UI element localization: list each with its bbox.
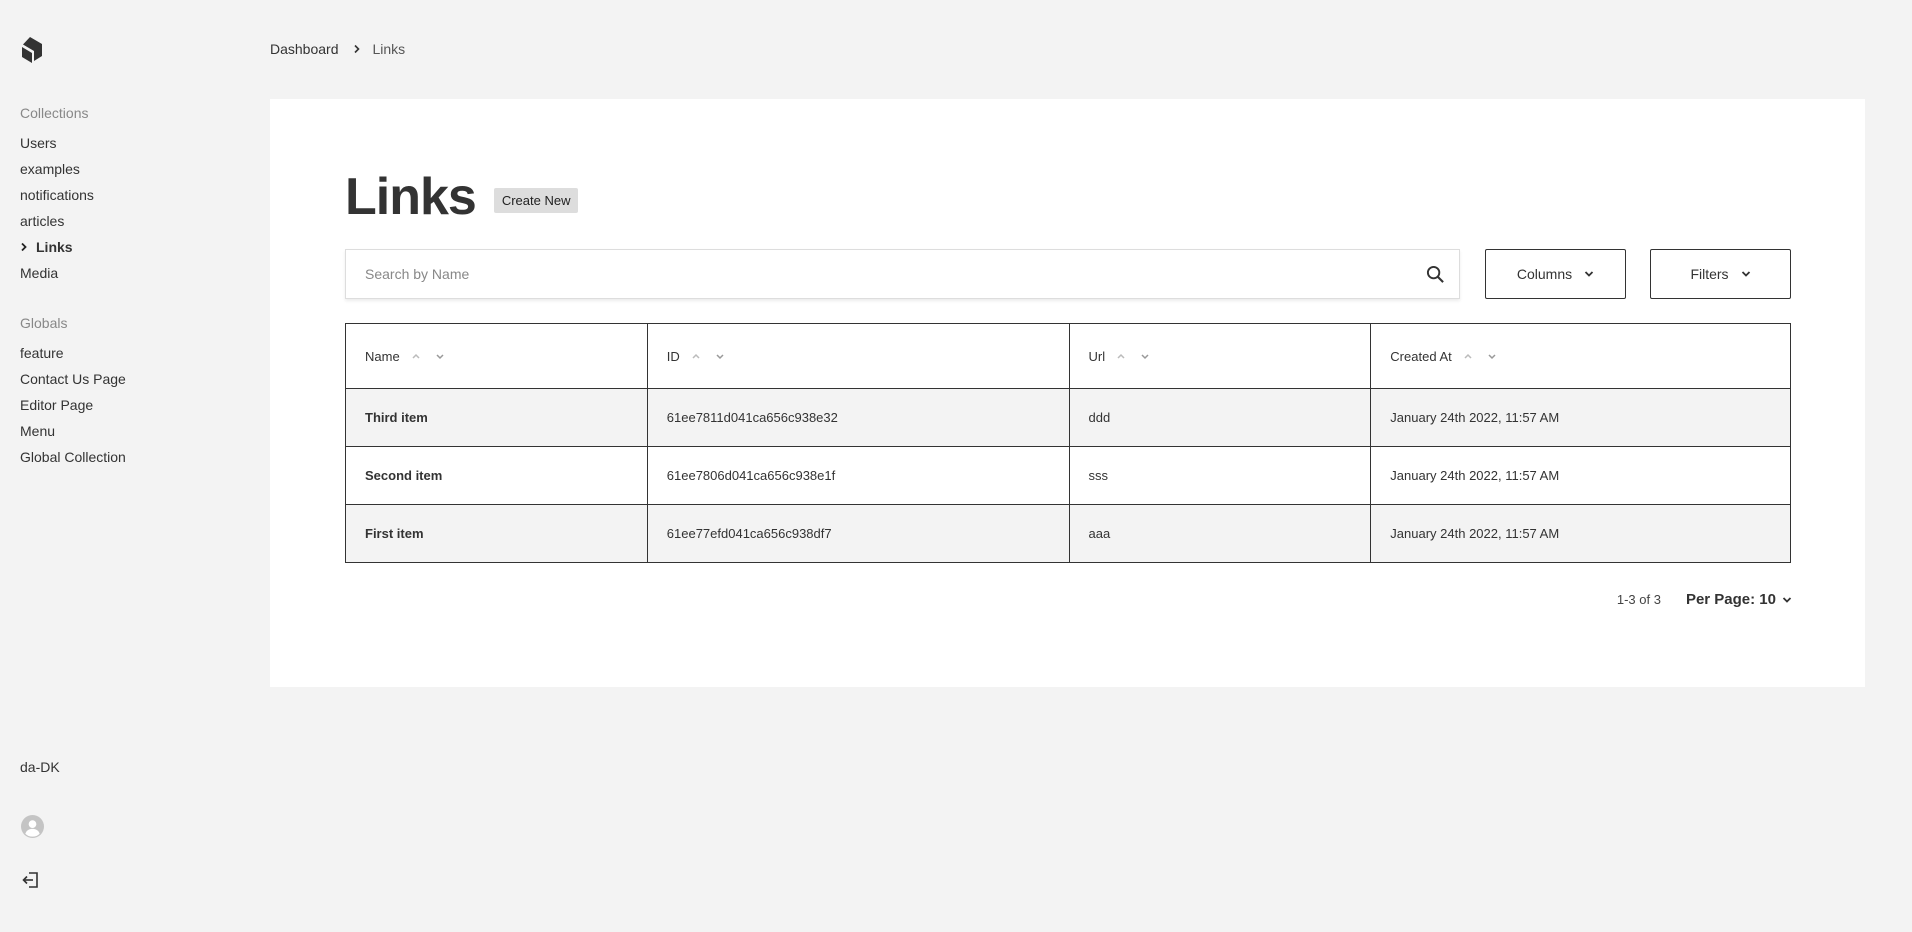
sidebar-item-label: Menu <box>20 423 56 439</box>
user-avatar-icon[interactable] <box>21 815 44 838</box>
table-header-row: Name ID Url Created At <box>345 323 1791 389</box>
globals-section: Globals feature Contact Us Page Editor P… <box>20 314 126 475</box>
collections-section: Collections Users examples notifications… <box>20 104 94 291</box>
columns-label: Columns <box>1516 266 1573 282</box>
row-created-at: January 24th 2022, 11:57 AM <box>1370 446 1791 505</box>
page-title: Links <box>345 168 477 226</box>
chevron-right-icon <box>345 40 369 58</box>
sidebar-item-label: Media <box>20 265 59 281</box>
sidebar-item-articles[interactable]: articles <box>20 213 94 239</box>
per-page-label: Per Page: 10 <box>1685 591 1776 608</box>
column-header-label: Created At <box>1390 348 1452 364</box>
search-box <box>345 249 1460 299</box>
sidebar-item-label: notifications <box>20 187 94 203</box>
sidebar-item-label: Users <box>20 135 57 151</box>
filters-button[interactable]: Filters <box>1650 249 1791 299</box>
column-header-label: Url <box>1088 348 1106 364</box>
table-row: Second item 61ee7806d041ca656c938e1f sss… <box>345 446 1791 505</box>
row-url: sss <box>1068 446 1372 505</box>
sidebar-item-links[interactable]: Links <box>20 239 94 265</box>
per-page-selector[interactable]: Per Page: 10 <box>1686 591 1792 608</box>
table-row: Third item 61ee7811d041ca656c938e32 ddd … <box>345 388 1791 447</box>
sidebar-item-label: Global Collection <box>20 449 126 465</box>
sort-descending-icon[interactable] <box>1136 348 1154 364</box>
sort-ascending-icon[interactable] <box>1459 348 1477 364</box>
column-header-created-at: Created At <box>1370 323 1791 389</box>
sidebar-item-notifications[interactable]: notifications <box>20 187 94 213</box>
row-created-at: January 24th 2022, 11:57 AM <box>1370 504 1791 563</box>
row-name-link[interactable]: Third item <box>345 388 648 447</box>
sort-descending-icon[interactable] <box>431 348 449 364</box>
breadcrumb: Dashboard Links <box>270 40 405 58</box>
sort-ascending-icon[interactable] <box>407 348 425 364</box>
table-row: First item 61ee77efd041ca656c938df7 aaa … <box>345 504 1791 563</box>
create-new-button[interactable]: Create New <box>493 187 579 213</box>
row-id: 61ee7811d041ca656c938e32 <box>646 388 1070 447</box>
locale-selector[interactable]: da-DK <box>20 759 60 775</box>
sort-descending-icon[interactable] <box>1483 348 1501 364</box>
column-header-label: Name <box>365 348 400 364</box>
row-name-link[interactable]: First item <box>345 504 648 563</box>
column-header-url: Url <box>1068 323 1372 389</box>
collections-list: Users examples notifications articles Li… <box>20 135 94 291</box>
row-created-at: January 24th 2022, 11:57 AM <box>1370 388 1791 447</box>
row-id: 61ee77efd041ca656c938df7 <box>646 504 1070 563</box>
breadcrumb-dashboard-link[interactable]: Dashboard <box>270 41 339 57</box>
column-header-label: ID <box>666 348 680 364</box>
column-header-name: Name <box>345 323 648 389</box>
row-url: aaa <box>1068 504 1372 563</box>
chevron-right-icon <box>20 239 36 255</box>
row-id: 61ee7806d041ca656c938e1f <box>646 446 1070 505</box>
sort-descending-icon[interactable] <box>711 348 729 364</box>
sidebar-item-global-collection[interactable]: Global Collection <box>20 449 126 475</box>
chevron-down-icon <box>1584 271 1594 277</box>
sidebar-item-label: articles <box>20 213 65 229</box>
sidebar-item-label: Editor Page <box>20 397 94 413</box>
search-input[interactable] <box>346 250 1459 298</box>
filters-label: Filters <box>1690 266 1729 282</box>
breadcrumb-current: Links <box>372 41 406 57</box>
pagination: 1-3 of 3 Per Page: 10 <box>1617 591 1792 608</box>
sidebar-item-contact-us-page[interactable]: Contact Us Page <box>20 371 126 397</box>
sort-ascending-icon[interactable] <box>1112 348 1130 364</box>
sidebar-item-examples[interactable]: examples <box>20 161 94 187</box>
main-panel: Links Create New Columns Filters Name <box>270 99 1865 687</box>
sidebar-item-label: examples <box>20 161 80 177</box>
payload-logo-icon[interactable] <box>20 36 44 64</box>
sidebar-item-users[interactable]: Users <box>20 135 94 161</box>
sidebar-item-label: Links <box>36 239 73 255</box>
sidebar: Collections Users examples notifications… <box>0 0 270 932</box>
page-info: 1-3 of 3 <box>1616 592 1661 607</box>
globals-list: feature Contact Us Page Editor Page Menu… <box>20 345 126 475</box>
sidebar-item-label: Contact Us Page <box>20 371 126 387</box>
search-icon[interactable] <box>1426 265 1445 284</box>
row-name-link[interactable]: Second item <box>345 446 648 505</box>
chevron-down-icon <box>1741 271 1750 277</box>
columns-button[interactable]: Columns <box>1485 249 1626 299</box>
row-url: ddd <box>1068 388 1372 447</box>
title-row: Links Create New <box>345 167 579 227</box>
collections-heading: Collections <box>20 105 89 121</box>
globals-heading: Globals <box>20 315 68 331</box>
chevron-down-icon <box>1782 596 1792 604</box>
sidebar-item-label: feature <box>20 345 64 361</box>
sort-ascending-icon[interactable] <box>687 348 705 364</box>
links-table: Name ID Url Created At Third item 61ee78… <box>345 323 1791 563</box>
sidebar-item-feature[interactable]: feature <box>20 345 126 371</box>
column-header-id: ID <box>646 323 1070 389</box>
sidebar-item-editor-page[interactable]: Editor Page <box>20 397 126 423</box>
sidebar-item-menu[interactable]: Menu <box>20 423 126 449</box>
sidebar-item-media[interactable]: Media <box>20 265 94 291</box>
logout-icon[interactable] <box>22 871 40 889</box>
